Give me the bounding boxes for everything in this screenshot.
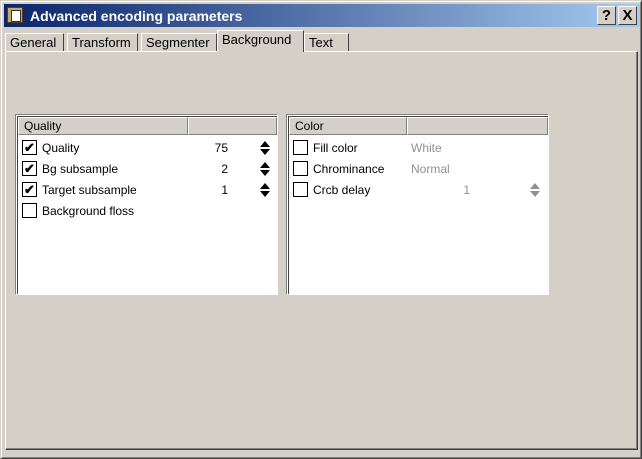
spin-down-icon[interactable] [260,170,270,176]
quality-label: Quality [42,141,80,155]
close-button[interactable]: X [618,6,637,25]
quality-checkbox[interactable]: ✔ [22,140,37,155]
quality-panel: Quality ✔ Quality 75 ✔ Bg subsample 2 ✔ … [15,114,278,295]
fill-color-label: Fill color [313,141,358,155]
bg-subsample-row: ✔ Bg subsample 2 [20,159,275,179]
spin-up-icon[interactable] [260,162,270,168]
quality-value[interactable]: 75 [198,141,228,155]
bg-subsample-label: Bg subsample [42,162,119,176]
quality-spinner[interactable] [259,139,271,157]
spin-down-icon[interactable] [260,149,270,155]
spin-down-icon [530,191,540,197]
fill-color-value: White [411,141,442,155]
help-button[interactable]: ? [597,6,616,25]
spin-down-icon[interactable] [260,191,270,197]
dialog-window: Advanced encoding parameters ? X General… [0,0,642,459]
background-floss-label: Background floss [42,204,135,218]
target-subsample-value[interactable]: 1 [198,183,228,197]
quality-value-column-header[interactable] [188,117,277,135]
target-subsample-checkbox[interactable]: ✔ [22,182,37,197]
app-icon [7,7,23,23]
crcb-delay-row: Crcb delay 1 [291,180,546,200]
crcb-delay-label: Crcb delay [313,183,371,197]
color-value-column-header[interactable] [407,117,548,135]
fill-color-checkbox[interactable] [293,140,308,155]
crcb-delay-value: 1 [463,183,470,197]
bg-subsample-checkbox[interactable]: ✔ [22,161,37,176]
bg-subsample-value[interactable]: 2 [198,162,228,176]
target-subsample-row: ✔ Target subsample 1 [20,180,275,200]
background-floss-checkbox[interactable] [22,203,37,218]
spin-up-icon[interactable] [260,183,270,189]
color-column-header[interactable]: Color [289,117,407,135]
bg-subsample-spinner[interactable] [259,160,271,178]
chrominance-checkbox[interactable] [293,161,308,176]
tab-transform[interactable]: Transform [67,33,138,51]
target-subsample-spinner[interactable] [259,181,271,199]
fill-color-row: Fill color White [291,138,546,158]
tab-background[interactable]: Background [217,30,304,52]
quality-row: ✔ Quality 75 [20,138,275,158]
tab-general[interactable]: General [5,33,64,51]
chrominance-row: Chrominance Normal [291,159,546,179]
spin-up-icon[interactable] [260,141,270,147]
window-title: Advanced encoding parameters [30,8,243,24]
crcb-delay-checkbox[interactable] [293,182,308,197]
chrominance-value: Normal [411,162,450,176]
quality-column-header[interactable]: Quality [18,117,188,135]
tab-page-background: Quality ✔ Quality 75 ✔ Bg subsample 2 ✔ … [5,51,638,450]
tab-text[interactable]: Text [304,33,349,51]
tab-segmenter[interactable]: Segmenter [141,33,217,51]
crcb-delay-spinner [529,181,541,199]
spin-up-icon [530,183,540,189]
target-subsample-label: Target subsample [42,183,137,197]
title-bar[interactable]: Advanced encoding parameters ? X [4,4,640,27]
color-panel: Color Fill color White Chrominance Norma… [286,114,549,295]
background-floss-row: Background floss [20,201,275,221]
chrominance-label: Chrominance [313,162,385,176]
